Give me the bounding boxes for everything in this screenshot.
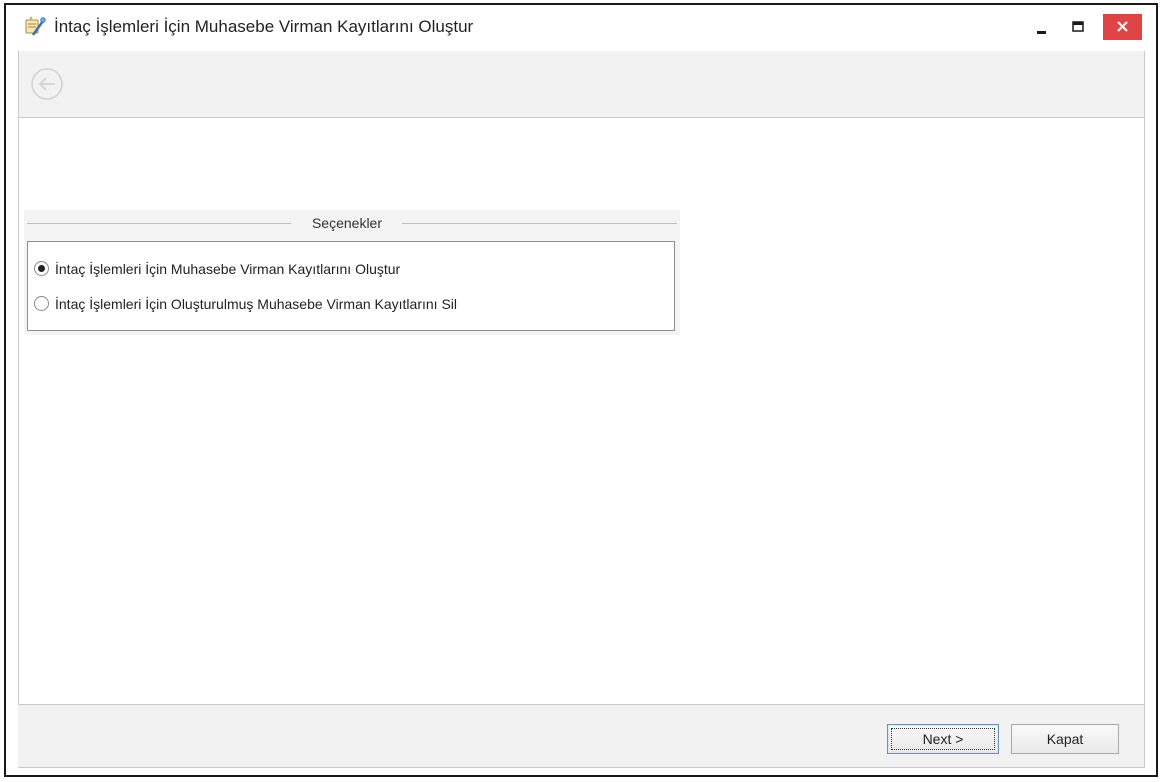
- radio-button-selected[interactable]: [34, 261, 49, 276]
- minimize-icon: [1037, 31, 1046, 34]
- options-group-title: Seçenekler: [311, 215, 383, 231]
- radio-option-label: İntaç İşlemleri İçin Oluşturulmuş Muhase…: [55, 296, 458, 312]
- window-title: İntaç İşlemleri İçin Muhasebe Virman Kay…: [54, 17, 474, 36]
- radio-option-label: İntaç İşlemleri İçin Muhasebe Virman Kay…: [55, 261, 401, 277]
- options-group-header: Seçenekler: [24, 210, 680, 236]
- maximize-icon: [1072, 21, 1084, 32]
- kapat-button[interactable]: Kapat: [1011, 724, 1119, 754]
- wizard-icon: [24, 15, 46, 37]
- back-arrow-icon: [31, 68, 63, 100]
- frame-border: [18, 51, 19, 767]
- divider: [27, 223, 291, 224]
- minimize-button[interactable]: [1028, 14, 1056, 40]
- kapat-button-label: Kapat: [1046, 731, 1084, 747]
- close-icon: [1117, 21, 1128, 32]
- wizard-content: Seçenekler İntaç İşlemleri İçin Muhasebe…: [18, 118, 1144, 704]
- options-group: Seçenekler İntaç İşlemleri İçin Muhasebe…: [24, 210, 680, 335]
- frame-border: [1144, 51, 1145, 768]
- divider: [402, 223, 677, 224]
- radio-dot-icon: [38, 265, 45, 272]
- wizard-window: İntaç İşlemleri İçin Muhasebe Virman Kay…: [4, 3, 1158, 777]
- wizard-toolbar: [18, 51, 1144, 118]
- close-window-button[interactable]: [1103, 14, 1142, 40]
- maximize-button[interactable]: [1064, 14, 1092, 40]
- title-bar: İntaç İşlemleri İçin Muhasebe Virman Kay…: [6, 5, 1156, 51]
- next-button[interactable]: Next >: [887, 724, 999, 754]
- focus-ring: [891, 728, 995, 750]
- back-button[interactable]: [30, 67, 64, 101]
- frame-border: [18, 767, 1145, 768]
- radio-button[interactable]: [34, 296, 49, 311]
- options-radio-group: İntaç İşlemleri İçin Muhasebe Virman Kay…: [27, 241, 675, 331]
- wizard-footer: Next > Kapat: [18, 704, 1144, 767]
